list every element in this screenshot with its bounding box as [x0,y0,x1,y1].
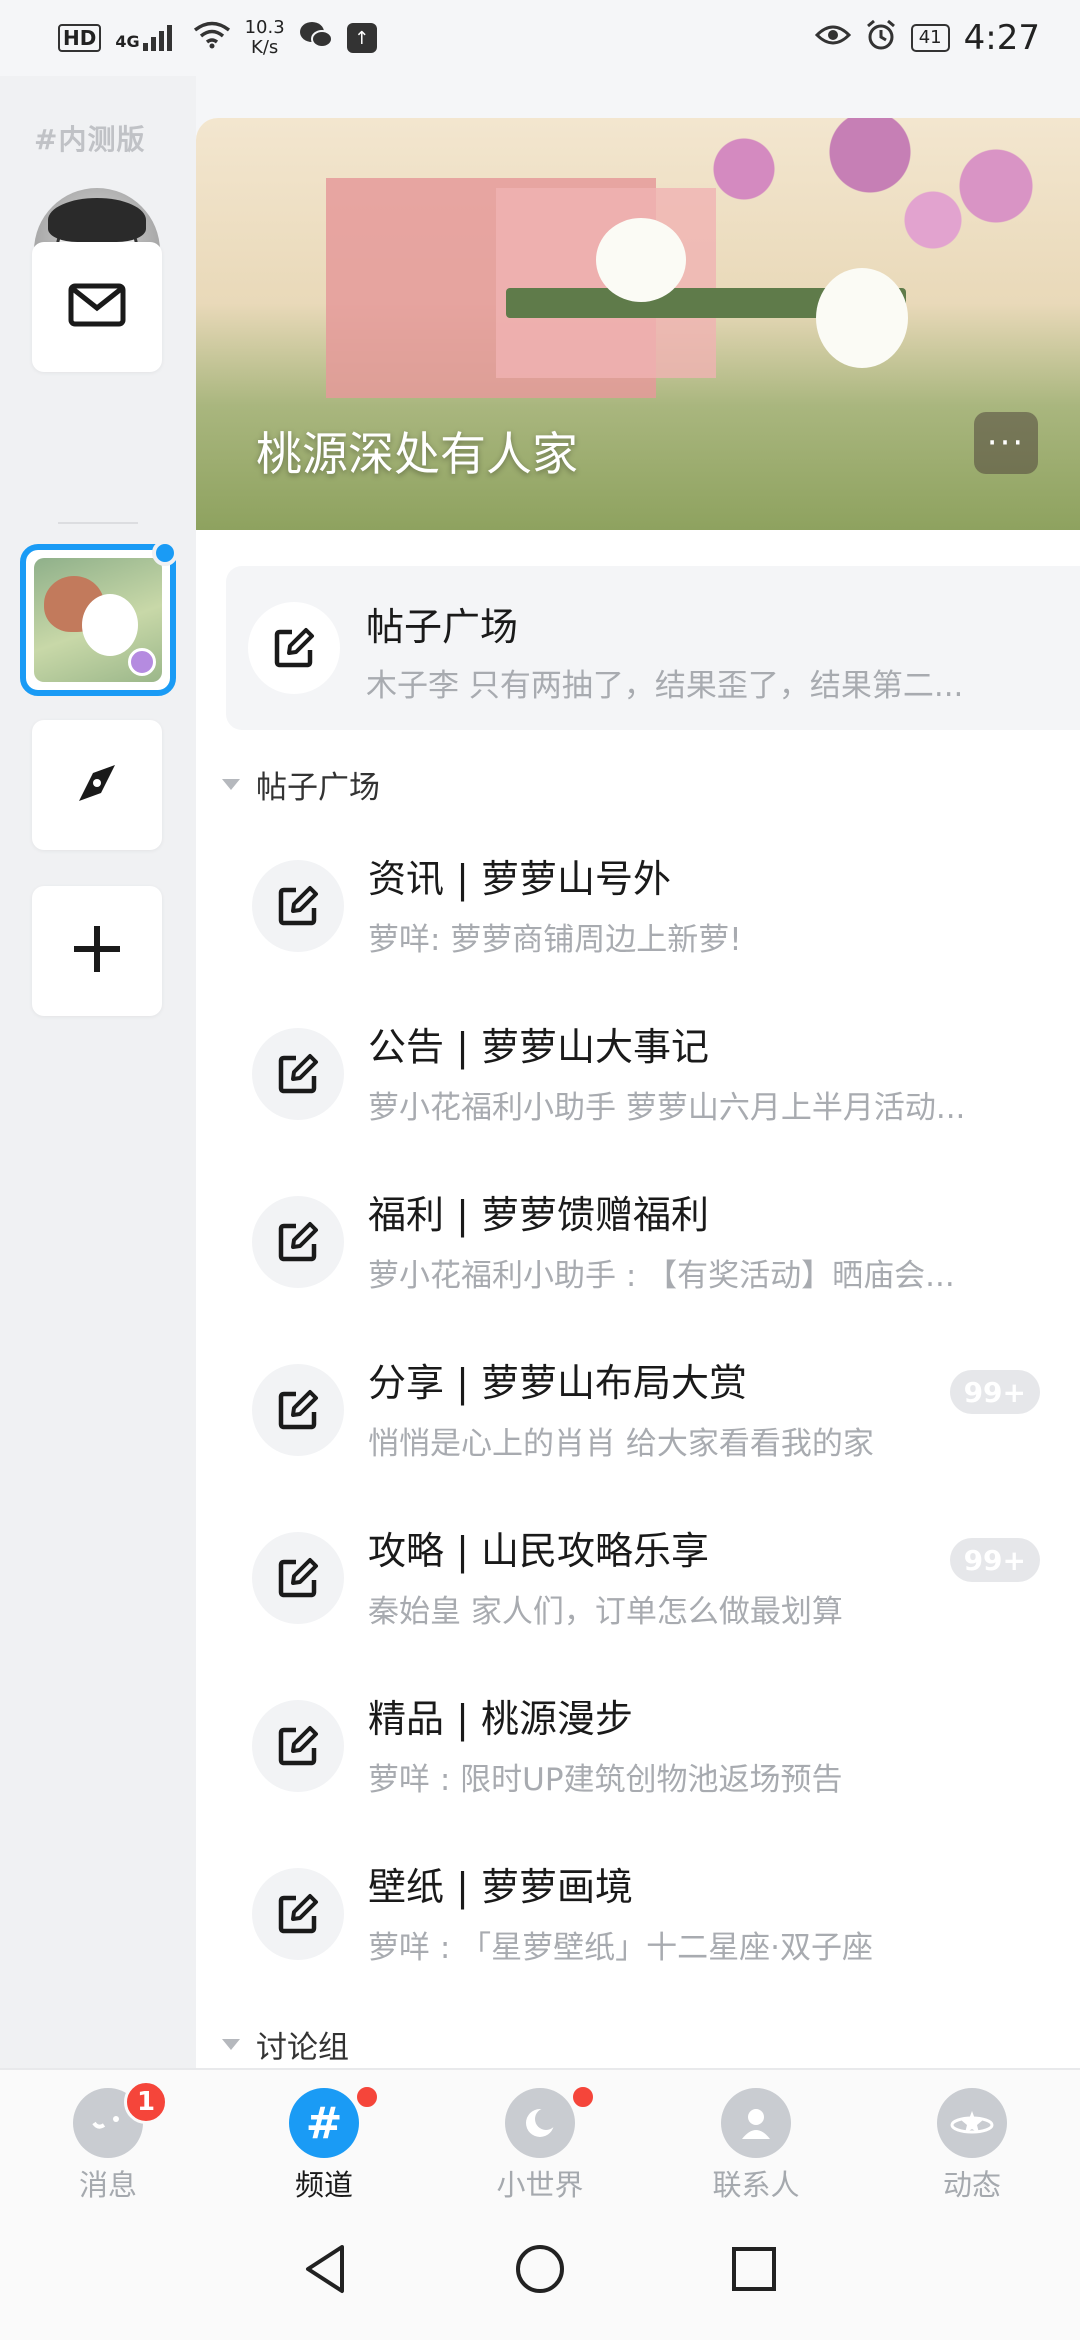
speed-value: 10.3 [244,17,285,38]
discover-button[interactable] [32,720,162,850]
avatar-hair [48,198,146,242]
edit-icon [252,1532,344,1624]
tab-label: 消息 [78,2168,137,2202]
channel-preview: 萝咩: 萝萝商铺周边上新萝! [368,922,742,958]
channel-row[interactable]: 分享 | 萝萝山布局大赏 悄悄是心上的肖肖 给大家看看我的家 99+ [196,1334,1080,1502]
speed-unit: K/s [251,37,279,58]
signal-type: 4G [115,32,140,51]
channel-title: 资讯 | 萝萝山号外 [368,857,671,901]
channel-title: 分享 | 萝萝山布局大赏 [368,1361,747,1405]
tab-contacts[interactable]: 联系人 [648,2070,864,2204]
tab-label: 动态 [942,2168,1001,2202]
compass-icon [69,755,125,815]
edit-icon [252,1868,344,1960]
collapse-caret-icon [222,2039,240,2050]
guild-thumb-radish [82,594,138,656]
sidebar-divider [58,522,138,524]
channel-title: 福利 | 萝萝馈赠福利 [368,1193,709,1237]
recents-icon[interactable] [730,2245,778,2297]
section-header-posts[interactable]: 帖子广场 [222,762,380,807]
featured-channel-preview: 木子李 只有两抽了，结果歪了，结果第二... [366,668,964,704]
tab-label: 小世界 [496,2168,584,2202]
moon-icon [505,2088,575,2158]
unread-count-badge: 99+ [949,1538,1040,1582]
banner-art-flowers [660,118,1080,288]
channel-preview: 萝小花福利小助手 : 【有奖活动】晒庙会... [368,1258,955,1294]
edit-icon [252,1364,344,1456]
more-options-button[interactable]: ··· [974,412,1038,474]
guild-sidebar: #内测版 [0,76,196,2070]
wechat-icon [299,20,333,57]
plus-icon [70,922,124,980]
edit-icon [248,602,340,694]
channel-title: 壁纸 | 萝萝画境 [368,1865,633,1909]
section-label: 讨论组 [256,2030,349,2066]
status-bar: HD 4G 10.3 K/s ↑ 41 4:27 [0,0,1080,76]
banner-art-radish-2 [816,268,908,368]
edit-icon [252,1196,344,1288]
wifi-icon [193,21,231,56]
person-icon [721,2088,791,2158]
collapse-caret-icon [222,779,240,790]
edit-icon [252,1028,344,1120]
battery-indicator: 41 [910,24,950,52]
channel-preview: 萝咩 : 限时UP建筑创物池返场预告 [368,1762,843,1798]
channel-title: 精品 | 桃源漫步 [368,1697,633,1741]
notification-dot [570,2084,596,2110]
channel-preview: 秦始皇 家人们，订单怎么做最划算 [368,1594,843,1630]
unread-count-badge: 99+ [949,1370,1040,1414]
guild-banner: 桃源深处有人家 ··· [196,118,1080,530]
edit-icon [252,1700,344,1792]
system-nav-bar [0,2202,1080,2340]
tab-label: 频道 [294,2168,353,2202]
tab-messages[interactable]: 消息 1 [0,2070,216,2204]
add-guild-button[interactable] [32,886,162,1016]
mail-icon [68,283,126,331]
eye-icon [814,23,851,54]
guild-item-selected[interactable] [20,540,178,696]
mail-button[interactable] [32,242,162,372]
banner-art-radish [596,218,686,302]
hashtag-icon: # [289,2088,359,2158]
unread-count-badge: 1 [124,2080,168,2124]
tab-small-world[interactable]: 小世界 [432,2070,648,2204]
hd-indicator: HD [58,24,102,52]
channel-row[interactable]: 攻略 | 山民攻略乐享 秦始皇 家人们，订单怎么做最划算 99+ [196,1502,1080,1670]
channel-title: 攻略 | 山民攻略乐享 [368,1529,709,1573]
back-icon[interactable] [302,2243,350,2299]
channel-preview: 萝咩 : 「星萝壁纸」十二星座·双子座 [368,1930,874,1966]
upload-icon: ↑ [346,23,377,53]
beta-label: #内测版 [34,123,146,156]
guild-title: 桃源深处有人家 [256,427,578,481]
tab-channels[interactable]: # 频道 [216,2070,432,2204]
channel-row[interactable]: 资讯 | 萝萝山号外 萝咩: 萝萝商铺周边上新萝! [196,830,1080,998]
channel-title: 公告 | 萝萝山大事记 [368,1025,709,1069]
channel-preview: 萝小花福利小助手 萝萝山六月上半月活动... [368,1090,966,1126]
channel-row[interactable]: 公告 | 萝萝山大事记 萝小花福利小助手 萝萝山六月上半月活动... [196,998,1080,1166]
channel-row[interactable]: 壁纸 | 萝萝画境 萝咩 : 「星萝壁纸」十二星座·双子座 [196,1838,1080,2006]
guild-thumb-badge [128,648,156,676]
tab-feed[interactable]: 动态 [864,2070,1080,2204]
featured-channel-title: 帖子广场 [366,605,519,649]
channel-preview: 悄悄是心上的肖肖 给大家看看我的家 [368,1426,874,1462]
section-header-discussion[interactable]: 讨论组 [222,2022,349,2067]
channel-row[interactable]: 福利 | 萝萝馈赠福利 萝小花福利小助手 : 【有奖活动】晒庙会... [196,1166,1080,1334]
edit-icon [252,860,344,952]
channel-panel: 桃源深处有人家 ··· 帖子广场 木子李 只有两抽了，结果歪了，结果第二... … [196,118,1080,2070]
signal-icon: 4G [115,25,178,51]
planet-star-icon [937,2088,1007,2158]
bottom-tab-bar: 消息 1 # 频道 小世界 联系人 动态 [0,2068,1080,2202]
clock: 4:27 [963,18,1040,58]
featured-channel[interactable]: 帖子广场 木子李 只有两抽了，结果歪了，结果第二... [226,566,1080,730]
notification-dot [354,2084,380,2110]
section-label: 帖子广场 [256,770,380,806]
alarm-icon [865,19,897,58]
unread-dot [152,540,178,566]
guild-thumbnail [34,558,162,682]
network-speed: 10.3 K/s [245,18,285,58]
home-icon[interactable] [514,2243,566,2299]
tab-label: 联系人 [712,2168,800,2202]
channel-row[interactable]: 精品 | 桃源漫步 萝咩 : 限时UP建筑创物池返场预告 [196,1670,1080,1838]
